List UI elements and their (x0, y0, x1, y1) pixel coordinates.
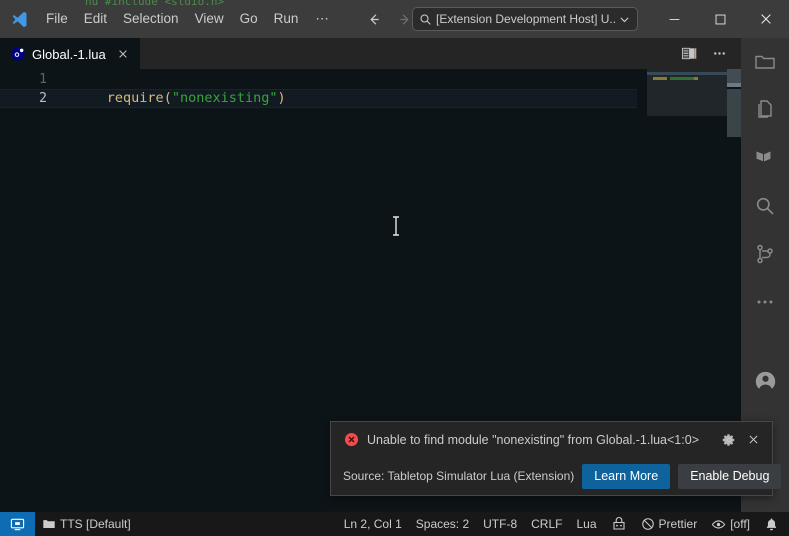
status-prettier[interactable]: Prettier (634, 512, 705, 536)
code-token-paren-close: ) (277, 90, 286, 106)
status-workspace[interactable]: TTS [Default] (35, 512, 138, 536)
status-prettier-label: Prettier (658, 517, 698, 531)
status-notifications[interactable] (757, 512, 789, 536)
notification-header: Unable to find module "nonexisting" from… (331, 422, 772, 458)
folder-icon (42, 517, 56, 531)
activity-open-editors[interactable] (741, 86, 789, 134)
editor-actions (676, 38, 741, 69)
menu-selection[interactable]: Selection (115, 8, 187, 30)
search-icon (419, 13, 432, 26)
code-line: require("nonexisting") (58, 70, 286, 127)
menu-run[interactable]: Run (266, 8, 307, 30)
prohibited-icon (641, 517, 655, 531)
live-share-icon (611, 516, 627, 532)
activity-additional-views[interactable] (741, 278, 789, 326)
status-language-mode[interactable]: Lua (569, 512, 603, 536)
eye-icon (711, 517, 726, 532)
menu-more-button[interactable]: ⋯ (306, 8, 339, 30)
status-encoding[interactable]: UTF-8 (476, 512, 524, 536)
menu-view[interactable]: View (187, 8, 232, 30)
more-editor-actions-button[interactable] (706, 41, 732, 67)
status-eol[interactable]: CRLF (524, 512, 569, 536)
lua-file-icon (10, 46, 26, 62)
status-cursor-position[interactable]: Ln 2, Col 1 (337, 512, 409, 536)
remote-host-icon[interactable] (0, 512, 35, 536)
navigation-arrows (364, 0, 414, 38)
title-bar: File Edit Selection View Go Run ⋯ [Exten… (0, 0, 789, 38)
overview-ruler-marker (727, 83, 741, 87)
window-controls (651, 0, 789, 38)
status-bar: TTS [Default] Ln 2, Col 1 Spaces: 2 UTF-… (0, 512, 789, 536)
activity-accounts[interactable] (741, 357, 789, 405)
split-editor-button[interactable] (676, 41, 702, 67)
activity-source-control[interactable] (741, 230, 789, 278)
menu-edit[interactable]: Edit (76, 8, 115, 30)
gear-icon[interactable] (718, 429, 740, 451)
notification-footer: Source: Tabletop Simulator Lua (Extensio… (331, 458, 782, 495)
line-number-gutter: 1 2 (0, 69, 58, 512)
vscode-window: File Edit Selection View Go Run ⋯ [Exten… (0, 0, 789, 536)
bell-icon (764, 517, 779, 532)
arrow-left-icon[interactable] (364, 9, 384, 29)
menu-bar: File Edit Selection View Go Run ⋯ (38, 0, 339, 38)
enable-debug-button[interactable]: Enable Debug (678, 463, 782, 489)
line-number: 2 (39, 91, 47, 106)
scrollbar-thumb[interactable] (727, 69, 741, 83)
quick-input-bar[interactable]: [Extension Development Host] U... (412, 7, 638, 31)
vscode-logo-icon (0, 0, 38, 38)
menu-go[interactable]: Go (232, 8, 266, 30)
tab-label: Global.-1.lua (32, 46, 106, 62)
activity-explorer[interactable] (741, 38, 789, 86)
activity-extension-panel[interactable] (741, 134, 789, 182)
editor-tab-bar: Global.-1.lua (0, 38, 741, 69)
minimize-icon[interactable] (651, 0, 697, 38)
scrollbar-track-segment (727, 89, 741, 137)
code-token-paren-open: ( (163, 90, 172, 106)
minimap-decoration (647, 72, 727, 75)
notification-message: Unable to find module "nonexisting" from… (367, 432, 699, 447)
status-eye-label: [off] (730, 517, 750, 531)
close-icon[interactable] (743, 0, 789, 38)
status-eye-toggle[interactable]: [off] (704, 512, 757, 536)
chevron-down-icon[interactable] (618, 13, 631, 26)
maximize-icon[interactable] (697, 0, 743, 38)
notification-source: Source: Tabletop Simulator Lua (Extensio… (343, 469, 575, 484)
notification-close-icon[interactable] (742, 429, 764, 451)
activity-search[interactable] (741, 182, 789, 230)
code-token-string: "nonexisting" (171, 90, 278, 106)
status-indentation[interactable]: Spaces: 2 (409, 512, 476, 536)
code-token-function: require (106, 90, 164, 106)
minimap-code-line (653, 77, 698, 80)
status-workspace-label: TTS [Default] (60, 517, 131, 531)
menu-file[interactable]: File (38, 8, 76, 30)
quick-input-value: [Extension Development Host] U... (436, 12, 616, 26)
arrow-right-icon[interactable] (394, 9, 414, 29)
notification-toast[interactable]: Unable to find module "nonexisting" from… (330, 421, 782, 496)
tab-global-lua[interactable]: Global.-1.lua (0, 38, 140, 69)
learn-more-button[interactable]: Learn More (582, 463, 671, 489)
tab-bar-filler (139, 38, 676, 69)
status-live-share[interactable] (604, 512, 634, 536)
line-number: 1 (39, 72, 47, 87)
error-icon (343, 432, 359, 448)
tab-close-icon[interactable] (114, 45, 132, 63)
